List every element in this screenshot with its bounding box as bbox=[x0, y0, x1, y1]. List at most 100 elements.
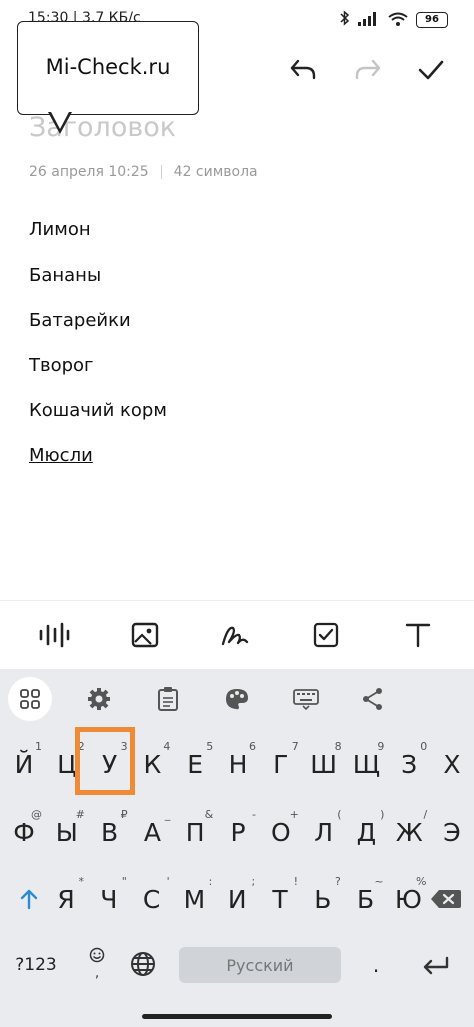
key[interactable]: П & bbox=[175, 806, 215, 858]
key[interactable]: З0 bbox=[389, 738, 429, 790]
note-line[interactable]: Лимон bbox=[29, 219, 91, 240]
undo-button[interactable] bbox=[283, 52, 323, 88]
keyboard-apps-button[interactable] bbox=[8, 677, 52, 721]
key[interactable]: М: bbox=[174, 873, 214, 925]
drawing-button[interactable] bbox=[215, 615, 255, 655]
shift-key[interactable] bbox=[9, 873, 49, 925]
key-label: Х bbox=[443, 749, 461, 779]
key[interactable]: С ' bbox=[132, 873, 172, 925]
image-button[interactable] bbox=[125, 615, 165, 655]
key[interactable]: И; bbox=[217, 873, 257, 925]
key-label: Ф bbox=[13, 817, 35, 847]
key[interactable]: Щ9 bbox=[346, 738, 386, 790]
key-label: Й bbox=[14, 749, 34, 779]
key[interactable]: Р- bbox=[218, 806, 258, 858]
keyboard-settings-button[interactable] bbox=[79, 679, 119, 719]
key-secondary-label: + bbox=[289, 808, 299, 821]
key[interactable]: Ж / bbox=[389, 806, 429, 858]
key-label: А bbox=[143, 817, 161, 847]
enter-icon bbox=[423, 956, 449, 975]
navigation-bar[interactable] bbox=[142, 1014, 332, 1019]
key-secondary-label: 0 bbox=[420, 740, 428, 753]
key[interactable]: Я * bbox=[46, 873, 86, 925]
key-secondary-label: ) bbox=[380, 808, 385, 821]
language-key[interactable] bbox=[128, 948, 158, 980]
enter-key[interactable] bbox=[418, 952, 454, 980]
key-secondary-label: 9 bbox=[377, 740, 385, 753]
signal-icon bbox=[358, 11, 380, 30]
key-label: Ц bbox=[57, 749, 77, 779]
note-line[interactable]: Творог bbox=[29, 355, 94, 376]
checkbox-icon bbox=[313, 622, 339, 648]
key[interactable]: Ь? bbox=[303, 873, 343, 925]
confirm-button[interactable] bbox=[411, 52, 451, 88]
key[interactable]: Э bbox=[432, 806, 472, 858]
keyboard-mode-button[interactable] bbox=[286, 679, 326, 719]
key-label: Д bbox=[356, 817, 377, 847]
text-format-icon bbox=[405, 623, 431, 648]
key-label: Е bbox=[187, 749, 204, 779]
key[interactable]: О + bbox=[261, 806, 301, 858]
key[interactable]: Ф @ bbox=[4, 806, 44, 858]
key-secondary-label: _ bbox=[164, 808, 171, 821]
emoji-icon: , bbox=[89, 947, 105, 981]
key-label: М bbox=[183, 884, 206, 914]
key[interactable]: А _ bbox=[132, 806, 172, 858]
key-label: Б bbox=[357, 884, 375, 914]
key-secondary-label: 6 bbox=[249, 740, 256, 753]
key[interactable]: Н6 bbox=[218, 738, 258, 790]
key[interactable]: Д) bbox=[346, 806, 386, 858]
clipboard-button[interactable] bbox=[148, 679, 188, 719]
key[interactable]: Г7 bbox=[261, 738, 301, 790]
redo-button[interactable] bbox=[348, 52, 388, 88]
theme-button[interactable] bbox=[217, 679, 257, 719]
key-label: Ы bbox=[55, 817, 78, 847]
key[interactable]: Т! bbox=[260, 873, 300, 925]
period-key[interactable]: . bbox=[366, 947, 386, 983]
wifi-icon bbox=[388, 11, 408, 30]
scribble-icon bbox=[221, 626, 249, 646]
key[interactable]: Ш8 bbox=[304, 738, 344, 790]
note-line-current[interactable]: Мюсли bbox=[29, 445, 93, 466]
key-label: Г bbox=[273, 749, 289, 779]
watermark-bubble: Mi-Check.ru bbox=[17, 21, 199, 134]
shift-arrow-icon bbox=[20, 889, 38, 910]
checklist-button[interactable] bbox=[306, 615, 346, 655]
key[interactable]: Ч " bbox=[89, 873, 129, 925]
key[interactable]: Й1 bbox=[4, 738, 44, 790]
keyboard-icon bbox=[293, 689, 319, 710]
key[interactable]: Х bbox=[432, 738, 472, 790]
key-secondary-label: 5 bbox=[206, 740, 214, 753]
key-secondary-label: ~ bbox=[374, 875, 384, 888]
backspace-key[interactable] bbox=[426, 873, 466, 925]
key[interactable]: Б ~ bbox=[346, 873, 386, 925]
key[interactable]: К4 bbox=[132, 738, 172, 790]
note-line[interactable]: Кошачий корм bbox=[29, 400, 167, 421]
key[interactable]: Ы # bbox=[47, 806, 87, 858]
emoji-key[interactable]: , bbox=[84, 944, 110, 984]
key-label: Ш bbox=[310, 749, 337, 779]
share-button[interactable] bbox=[353, 679, 393, 719]
voice-button[interactable] bbox=[34, 615, 74, 655]
key-secondary-label: ! bbox=[293, 875, 298, 888]
grid-icon bbox=[20, 689, 40, 709]
key-secondary-label: : bbox=[208, 875, 213, 888]
key[interactable]: Ю% bbox=[388, 873, 428, 925]
note-line[interactable]: Бананы bbox=[29, 265, 101, 286]
text-format-button[interactable] bbox=[398, 615, 438, 655]
key-secondary-label: " bbox=[121, 875, 127, 888]
space-key[interactable]: Русский bbox=[179, 947, 341, 983]
key[interactable]: Л( bbox=[304, 806, 344, 858]
symbols-key[interactable]: ?123 bbox=[10, 947, 62, 983]
note-line[interactable]: Батарейки bbox=[29, 310, 131, 331]
note-meta: 26 апреля 10:25 42 символа bbox=[29, 164, 258, 180]
key[interactable]: В ₽ bbox=[90, 806, 130, 858]
key-secondary-label: ₽ bbox=[120, 808, 128, 821]
key-secondary-label: ; bbox=[251, 875, 256, 888]
watermark-text: Mi-Check.ru bbox=[45, 55, 171, 79]
key-secondary-label: 1 bbox=[35, 740, 42, 753]
checkmark-icon bbox=[418, 60, 444, 80]
key-secondary-label: 8 bbox=[334, 740, 342, 753]
key[interactable]: Е5 bbox=[175, 738, 215, 790]
key-label: К bbox=[143, 749, 162, 779]
